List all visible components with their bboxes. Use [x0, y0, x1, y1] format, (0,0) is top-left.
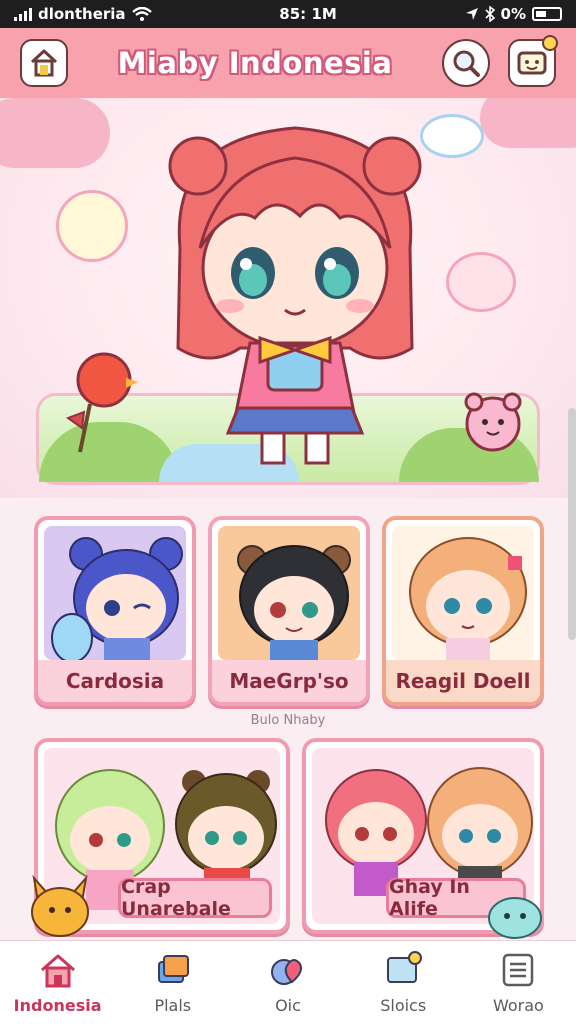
scrollbar[interactable]: [568, 408, 576, 640]
character-card[interactable]: Reagil Doell: [382, 516, 544, 706]
nav-item-indonesia[interactable]: Indonesia: [0, 941, 115, 1024]
card-label: Cardosia: [38, 660, 192, 702]
signal-icon: [14, 7, 32, 21]
blonde-character: [409, 537, 527, 660]
notification-badge: [542, 35, 558, 51]
hero-character: [168, 126, 422, 465]
fox-mascot-icon: [31, 874, 89, 937]
carrier-name: dlontheria: [38, 5, 126, 23]
card-label: Reagil Doell: [386, 660, 540, 702]
status-right: 0%: [465, 5, 562, 23]
card-label: Crap Unarebale: [118, 876, 272, 920]
heart-bubble-icon: [446, 252, 516, 312]
card-art: [392, 526, 534, 660]
character-card[interactable]: MaeGrp'so: [208, 516, 370, 706]
nav-label: Plals: [154, 996, 192, 1015]
home-button[interactable]: [20, 39, 68, 87]
location-icon: [465, 8, 478, 20]
nav-label: Oic: [275, 996, 301, 1015]
card-label: MaeGrp'so: [212, 660, 366, 702]
status-time: 85: 1M: [279, 5, 337, 23]
page-title: Miaby Indonesia: [117, 46, 393, 80]
home-icon: [30, 49, 58, 77]
bluetooth-icon: [484, 6, 495, 22]
battery-percent: 0%: [500, 5, 526, 23]
nav-label: Sloics: [380, 996, 427, 1015]
wifi-icon: [131, 7, 152, 21]
nav-label: Worao: [492, 996, 544, 1015]
search-icon: [453, 50, 480, 77]
screen-icon: [387, 951, 423, 983]
pink-bear-icon: [464, 392, 522, 452]
hero-banner[interactable]: [0, 98, 576, 498]
nav-item-sloics[interactable]: Sloics: [346, 941, 461, 1024]
smiley-bubble-icon: [56, 190, 128, 262]
list-icon: [503, 953, 534, 987]
bottom-nav: Indonesia Plals Oic Sloics Worao: [0, 940, 576, 1024]
messages-button[interactable]: [508, 35, 558, 87]
battery-icon: [531, 7, 562, 21]
section-label: Bulo Nhaby: [250, 713, 326, 728]
nav-item-oic[interactable]: Oic: [230, 941, 345, 1024]
nav-label: Indonesia: [13, 996, 102, 1015]
status-bar: dlontheria 85: 1M 0%: [0, 0, 576, 28]
nav-item-worao[interactable]: Worao: [461, 941, 576, 1024]
hearts-icon: [271, 959, 302, 985]
red-bird-icon: [65, 352, 138, 453]
home-icon: [40, 954, 75, 988]
message-box-icon: [517, 51, 547, 75]
character-card[interactable]: Cardosia: [34, 516, 196, 706]
black-hair-character: [237, 545, 351, 660]
cloud-decoration: [0, 98, 110, 168]
blob-mascot-icon: [488, 897, 542, 939]
app-header: Miaby Indonesia: [0, 28, 576, 98]
blue-hair-character: [51, 537, 183, 660]
cloud-decoration: [480, 98, 576, 148]
cards-icon: [157, 955, 189, 983]
status-left: dlontheria: [14, 5, 152, 23]
nav-item-plals[interactable]: Plals: [115, 941, 230, 1024]
card-art: [44, 526, 186, 660]
card-art: [218, 526, 360, 660]
search-button[interactable]: [442, 39, 490, 87]
